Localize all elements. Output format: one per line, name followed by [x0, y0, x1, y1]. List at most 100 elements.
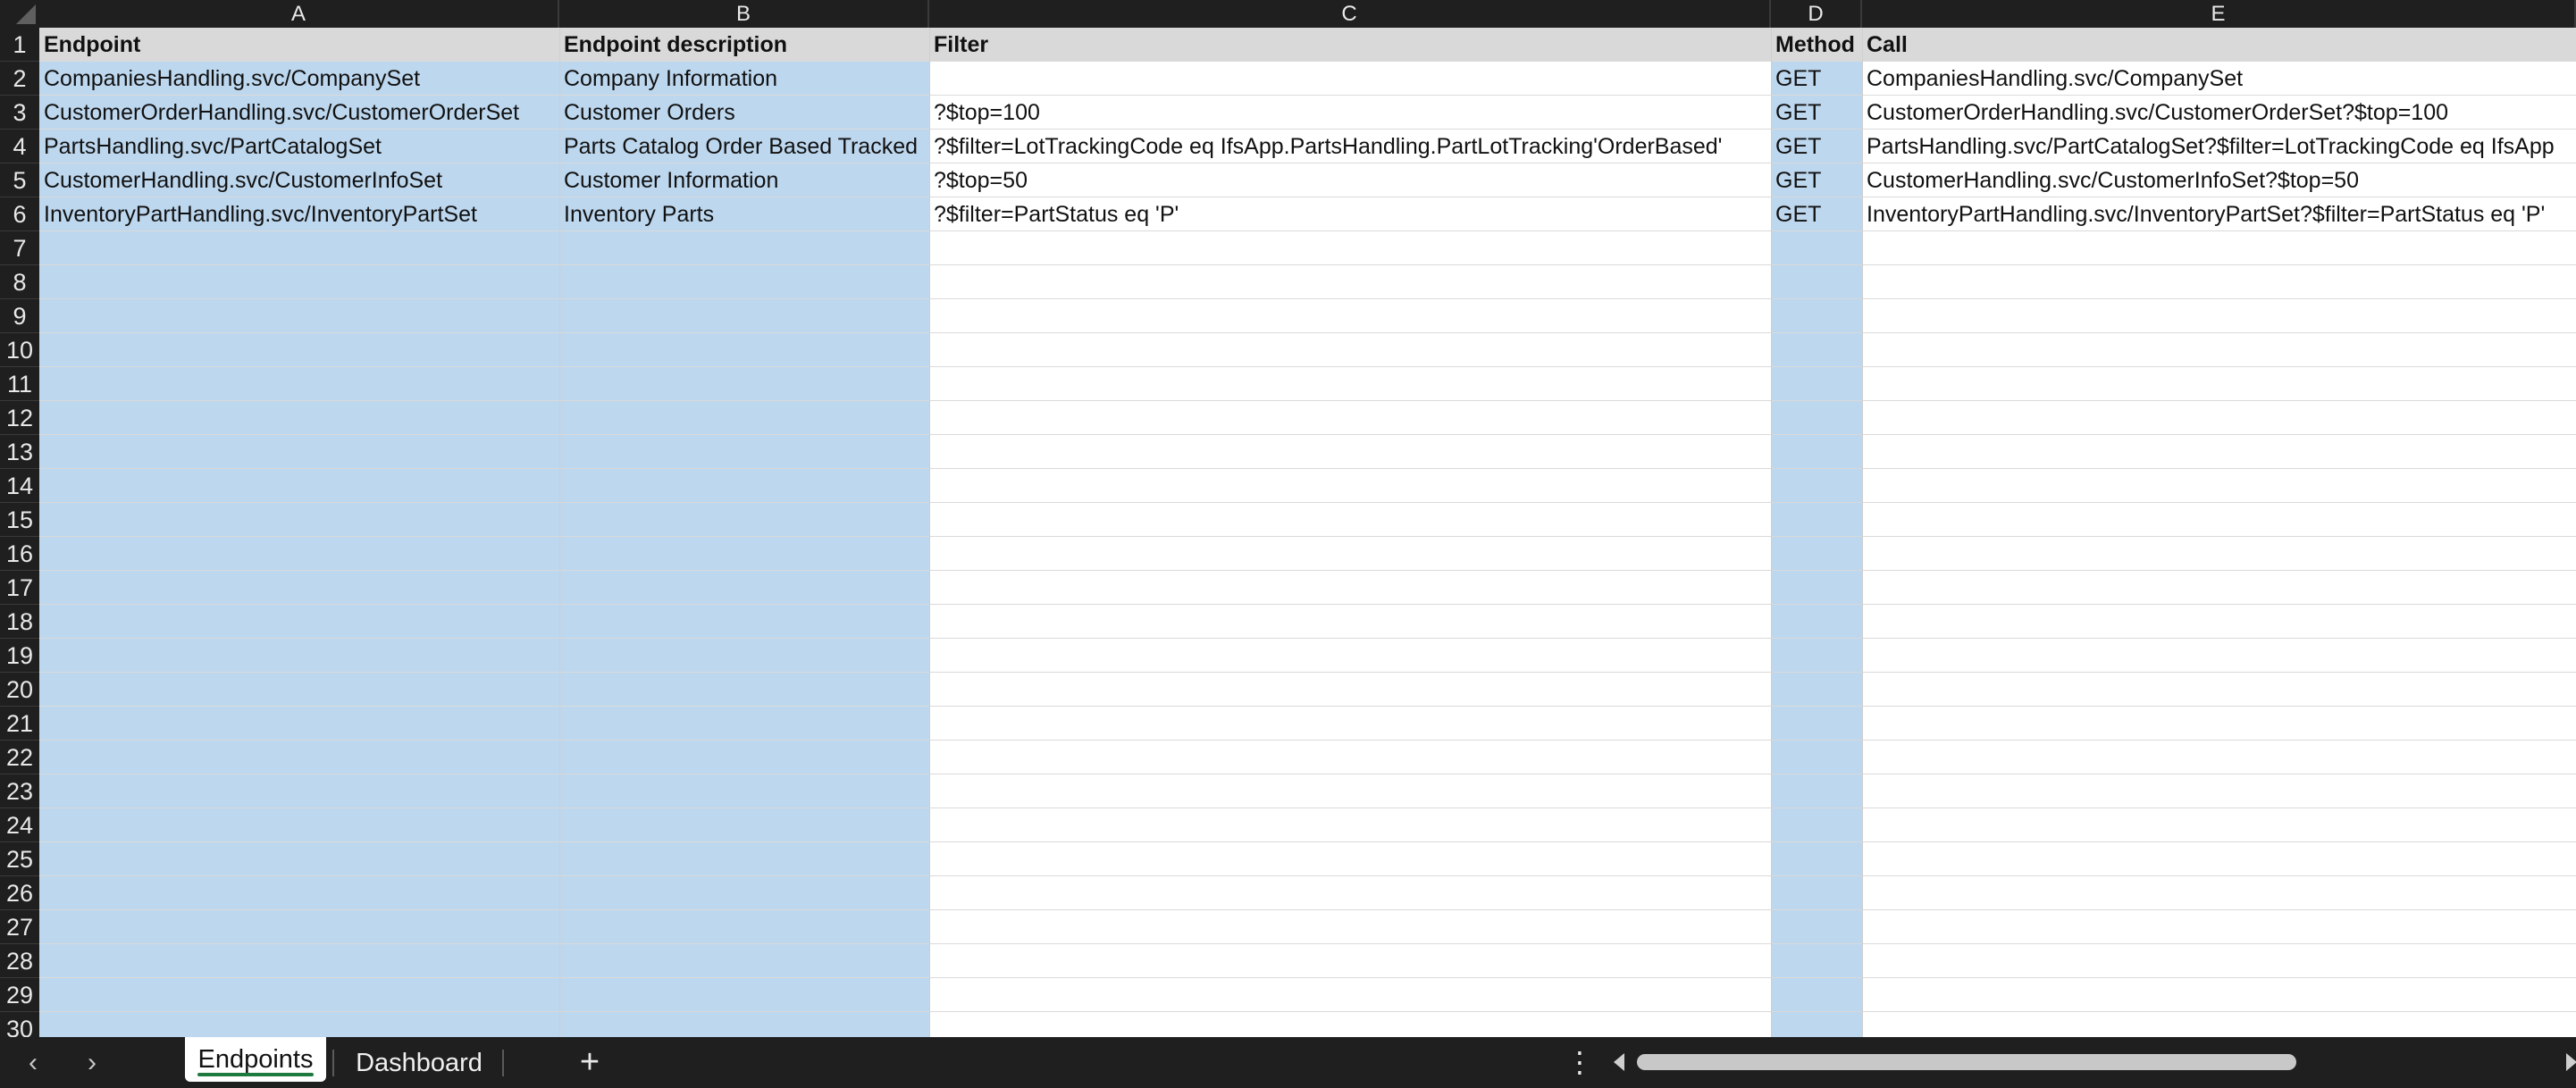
row-header[interactable]: 26: [0, 876, 39, 910]
row-gridline: [39, 332, 2576, 333]
active-tab-indicator: [197, 1073, 314, 1076]
cell-filter[interactable]: ?$filter=LotTrackingCode eq IfsApp.Parts…: [929, 130, 1771, 163]
plus-icon[interactable]: +: [572, 1044, 608, 1080]
column-header-a[interactable]: A: [39, 0, 559, 28]
row-header[interactable]: 12: [0, 401, 39, 435]
chevron-right-icon[interactable]: ›: [77, 1048, 107, 1078]
row-gridline: [39, 366, 2576, 367]
row-header[interactable]: 29: [0, 978, 39, 1012]
cell-endpoint[interactable]: CustomerOrderHandling.svc/CustomerOrderS…: [39, 96, 559, 130]
row-gridline: [39, 536, 2576, 537]
cell-endpoint[interactable]: CompaniesHandling.svc/CompanySet: [39, 62, 559, 96]
cell-filter[interactable]: ?$top=100: [929, 96, 1771, 130]
row-header[interactable]: 6: [0, 197, 39, 231]
cell-description[interactable]: Customer Orders: [559, 96, 929, 130]
cell-method[interactable]: GET: [1771, 96, 1862, 130]
column-header-e[interactable]: E: [1862, 0, 2576, 28]
cell-call[interactable]: CompaniesHandling.svc/CompanySet: [1862, 62, 2576, 96]
cell-filter[interactable]: ?$filter=PartStatus eq 'P': [929, 197, 1771, 231]
row-gridline: [39, 909, 2576, 910]
tab-dashboard[interactable]: Dashboard: [341, 1041, 497, 1085]
row-gridline: [39, 468, 2576, 469]
header-cell-endpoint[interactable]: Endpoint: [39, 28, 559, 62]
column-header-b[interactable]: B: [559, 0, 929, 28]
scroll-left-icon[interactable]: [1614, 1053, 1624, 1071]
row-header[interactable]: 11: [0, 367, 39, 401]
sheet-tab-bar: ‹ › Endpoints Dashboard + ⋮: [0, 1037, 2576, 1088]
tab-separator: [502, 1050, 504, 1076]
row-header[interactable]: 15: [0, 503, 39, 537]
row-header[interactable]: 22: [0, 741, 39, 774]
row-header[interactable]: 17: [0, 571, 39, 605]
cell-endpoint[interactable]: CustomerHandling.svc/CustomerInfoSet: [39, 163, 559, 197]
cell-method[interactable]: GET: [1771, 130, 1862, 163]
column-header-d[interactable]: D: [1771, 0, 1862, 28]
row-gridline: [39, 706, 2576, 707]
cell-method[interactable]: GET: [1771, 163, 1862, 197]
tab-endpoints-label: Endpoints: [197, 1045, 314, 1074]
row-header[interactable]: 14: [0, 469, 39, 503]
row-header[interactable]: 18: [0, 605, 39, 639]
horizontal-scrollbar-thumb[interactable]: [1637, 1054, 2296, 1070]
cell-description[interactable]: Inventory Parts: [559, 197, 929, 231]
cell-filter[interactable]: [929, 62, 1771, 96]
cell-method[interactable]: GET: [1771, 62, 1862, 96]
row-gridline: [39, 672, 2576, 673]
row-gridline: [39, 570, 2576, 571]
header-cell-description[interactable]: Endpoint description: [559, 28, 929, 62]
row-header[interactable]: 4: [0, 130, 39, 163]
row-header[interactable]: 25: [0, 842, 39, 876]
row-gridline: [39, 977, 2576, 978]
row-header[interactable]: 2: [0, 62, 39, 96]
row-header[interactable]: 21: [0, 707, 39, 741]
column-header-c[interactable]: C: [929, 0, 1771, 28]
cell-call[interactable]: InventoryPartHandling.svc/InventoryPartS…: [1862, 197, 2576, 231]
row-gridline: [39, 943, 2576, 944]
row-gridline: [39, 400, 2576, 401]
header-cell-call[interactable]: Call: [1862, 28, 2576, 62]
select-all-corner[interactable]: [0, 0, 39, 28]
cell-call[interactable]: PartsHandling.svc/PartCatalogSet?$filter…: [1862, 130, 2576, 163]
row-header[interactable]: 13: [0, 435, 39, 469]
row-header[interactable]: 19: [0, 639, 39, 673]
row-header[interactable]: 1: [0, 28, 39, 62]
row-header[interactable]: 9: [0, 299, 39, 333]
row-header[interactable]: 10: [0, 333, 39, 367]
scroll-right-icon[interactable]: [2566, 1053, 2576, 1071]
more-vertical-icon[interactable]: ⋮: [1565, 1044, 1594, 1080]
row-gridline: [39, 502, 2576, 503]
tab-separator: [332, 1050, 334, 1076]
cell-description[interactable]: Customer Information: [559, 163, 929, 197]
row-header[interactable]: 5: [0, 163, 39, 197]
row-gridline: [39, 264, 2576, 265]
header-cell-filter[interactable]: Filter: [929, 28, 1771, 62]
cell-endpoint[interactable]: PartsHandling.svc/PartCatalogSet: [39, 130, 559, 163]
cell-description[interactable]: Company Information: [559, 62, 929, 96]
select-all-triangle-icon: [16, 4, 36, 24]
row-gridline: [39, 740, 2576, 741]
row-header[interactable]: 20: [0, 673, 39, 707]
row-header[interactable]: 8: [0, 265, 39, 299]
spreadsheet-grid[interactable]: A B C D E 1 2 3 4 5 6 7 8 9 10 11 12 13 14 15 16 17 18 19 2…: [0, 0, 2576, 1037]
cell-call[interactable]: CustomerOrderHandling.svc/CustomerOrderS…: [1862, 96, 2576, 130]
row-header[interactable]: 30: [0, 1012, 39, 1037]
tab-endpoints[interactable]: Endpoints: [185, 1037, 326, 1082]
row-header[interactable]: 23: [0, 774, 39, 808]
row-header[interactable]: 24: [0, 808, 39, 842]
row-gridline: [39, 638, 2576, 639]
cell-filter[interactable]: ?$top=50: [929, 163, 1771, 197]
row-header[interactable]: 27: [0, 910, 39, 944]
row-header[interactable]: 16: [0, 537, 39, 571]
row-header[interactable]: 7: [0, 231, 39, 265]
row-header[interactable]: 28: [0, 944, 39, 978]
row-gridline: [39, 434, 2576, 435]
chevron-left-icon[interactable]: ‹: [18, 1048, 48, 1078]
row-gridline: [39, 841, 2576, 842]
cell-description[interactable]: Parts Catalog Order Based Tracked: [559, 130, 929, 163]
row-header[interactable]: 3: [0, 96, 39, 130]
row-gridline: [39, 875, 2576, 876]
cell-endpoint[interactable]: InventoryPartHandling.svc/InventoryPartS…: [39, 197, 559, 231]
header-cell-method[interactable]: Method: [1771, 28, 1862, 62]
cell-method[interactable]: GET: [1771, 197, 1862, 231]
cell-call[interactable]: CustomerHandling.svc/CustomerInfoSet?$to…: [1862, 163, 2576, 197]
